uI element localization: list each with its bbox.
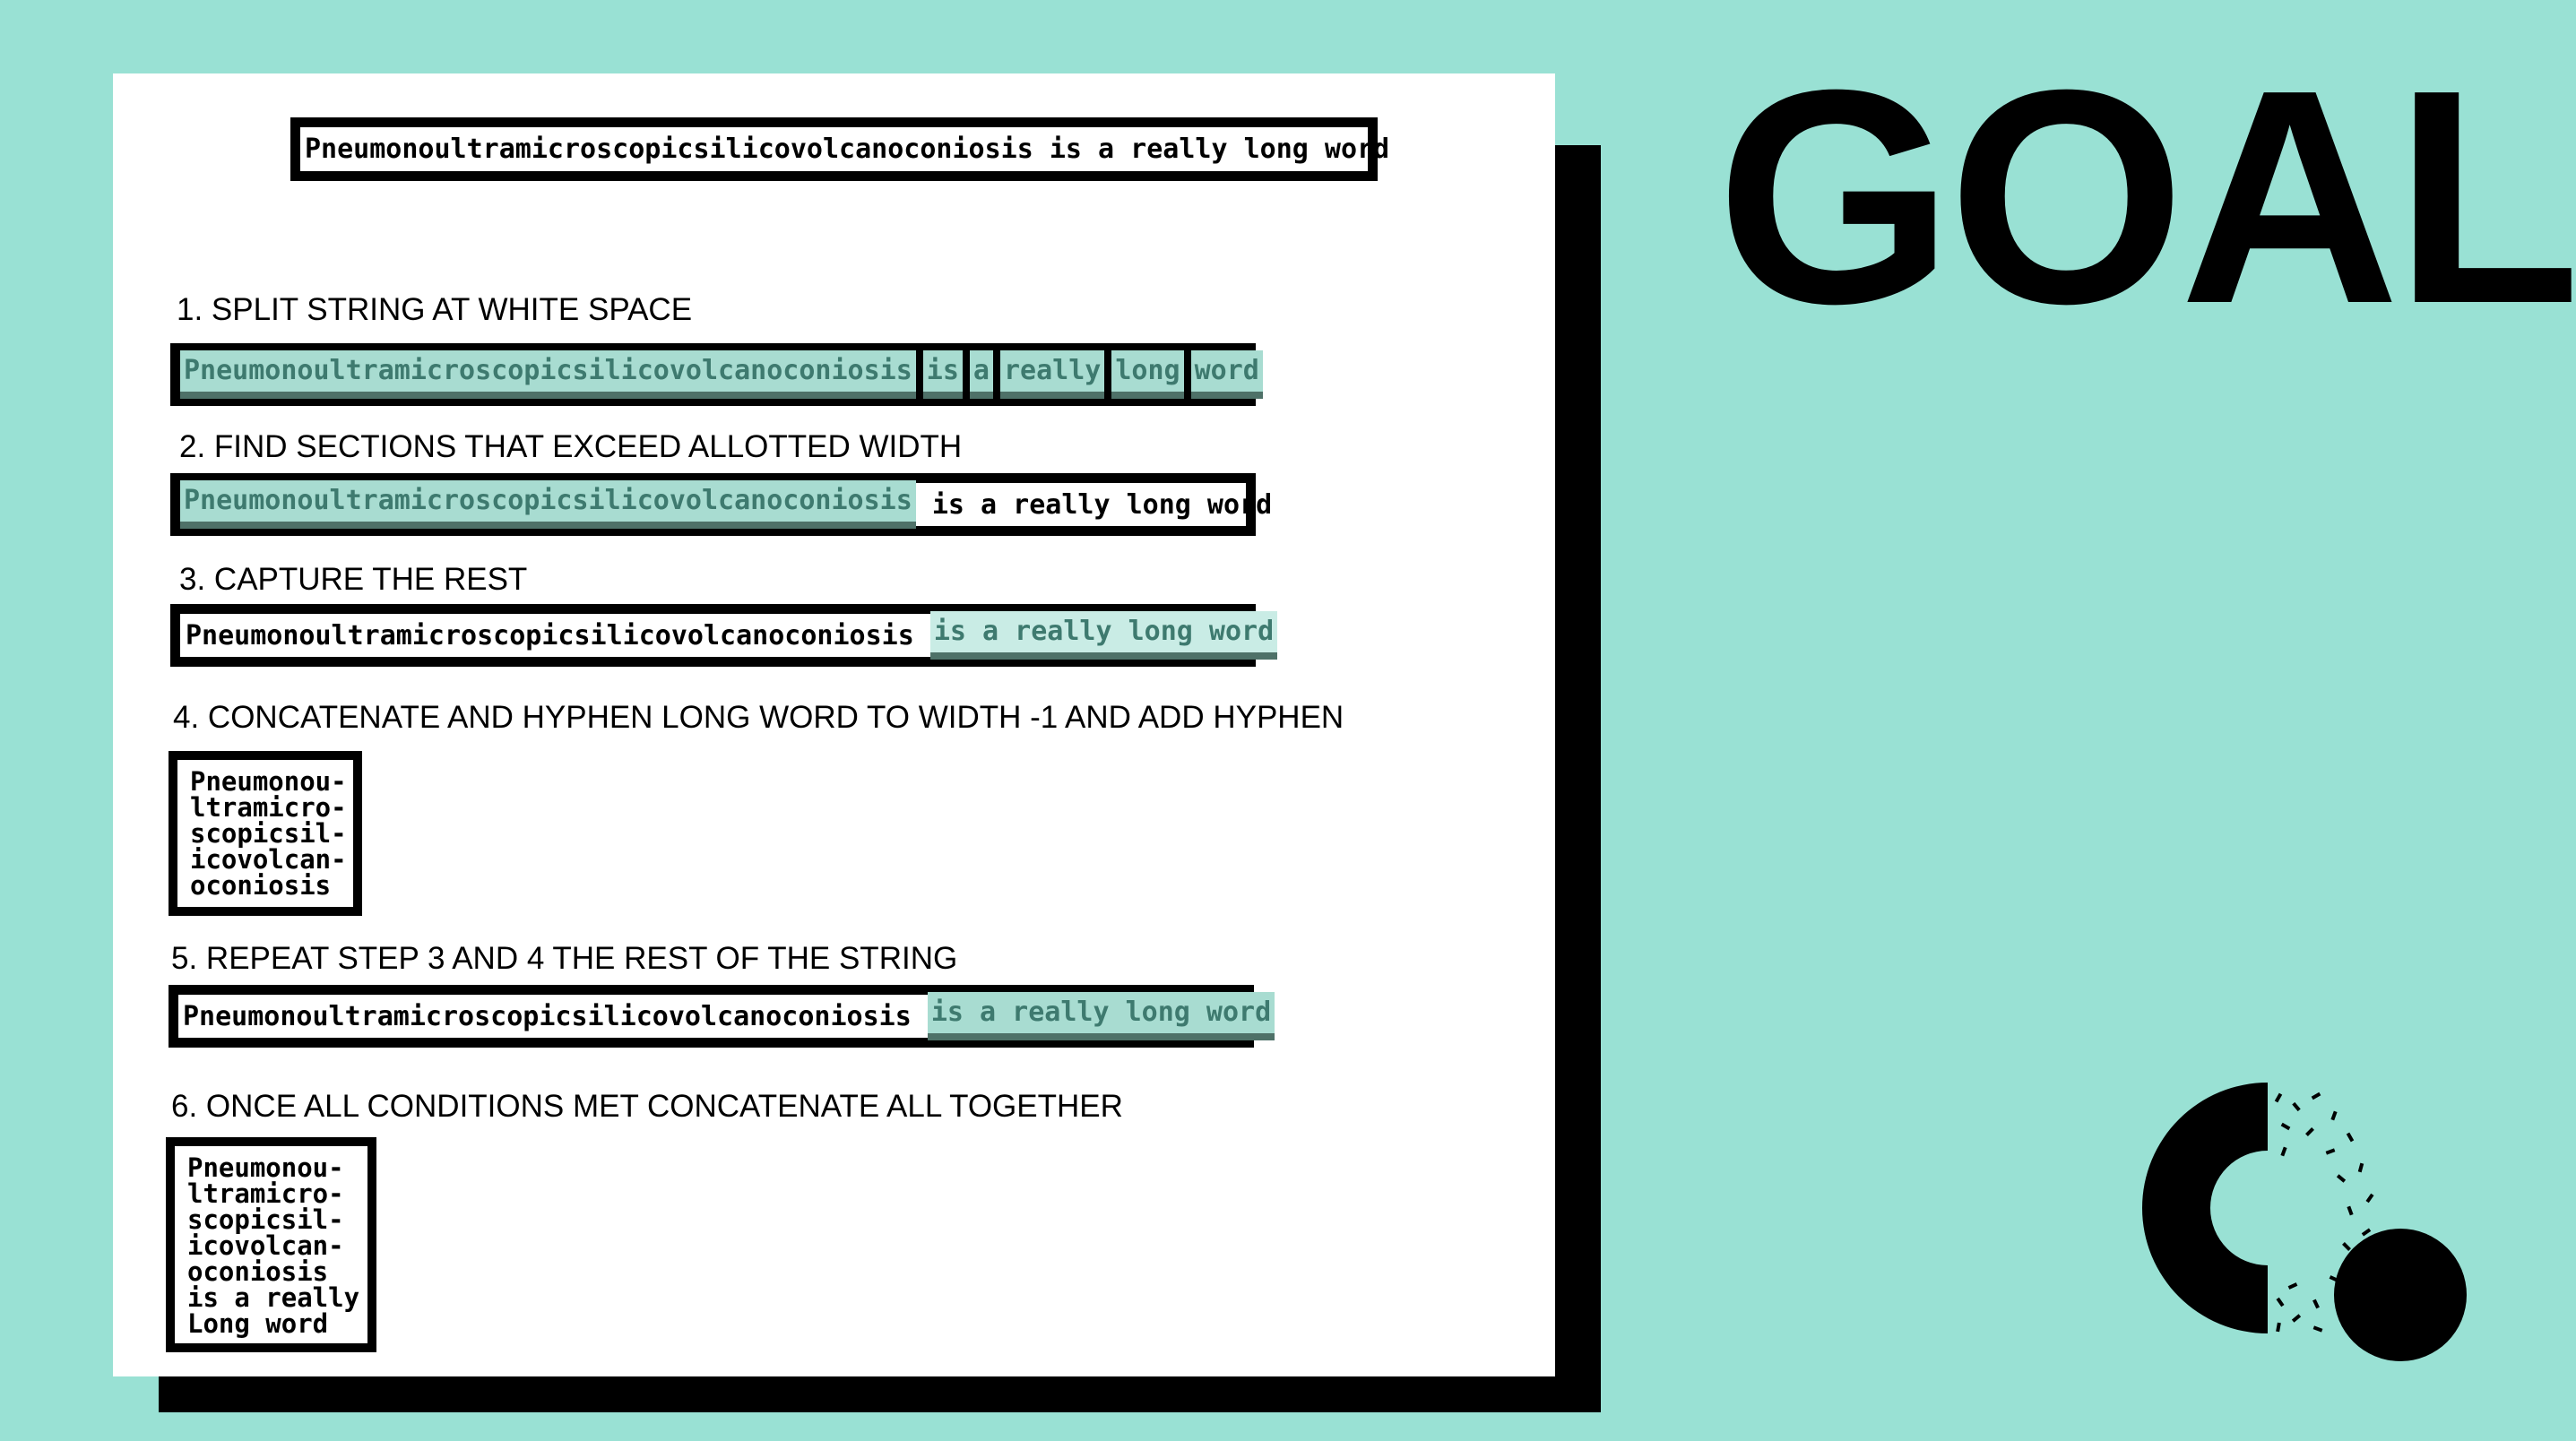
- output-line: Pneumonou-: [187, 1152, 344, 1183]
- step-2-label: 2. FIND SECTIONS THAT EXCEED ALLOTTED WI…: [179, 429, 963, 464]
- remaining-rest: is a really long word: [927, 992, 1275, 1040]
- split-segment: a: [969, 350, 993, 399]
- hyphen-line: scopicsil-: [190, 818, 347, 849]
- exceeding-section: Pneumonoultramicroscopicsilicovolcanocon…: [180, 480, 916, 529]
- split-segment: really: [999, 350, 1105, 399]
- output-line: ltramicro-: [187, 1178, 344, 1209]
- split-segment: Pneumonoultramicroscopicsilicovolcanocon…: [180, 350, 916, 399]
- remaining-text: is a really long word: [915, 488, 1273, 521]
- step-3-box: Pneumonoultramicroscopicsilicovolcanocon…: [170, 604, 1278, 667]
- hyphen-line: oconiosis: [190, 870, 332, 901]
- hyphen-line: Pneumonou-: [190, 766, 347, 797]
- step-1-label: 1. SPLIT STRING AT WHITE SPACE: [177, 292, 693, 327]
- final-output-box: Pneumonou- ltramicro- scopicsil- icovolc…: [166, 1137, 376, 1352]
- input-string-box: Pneumonoultramicroscopicsilicovolcanocon…: [290, 117, 1389, 181]
- broken-ring-with-dot-logo-icon: [2142, 1083, 2467, 1361]
- split-segment: long: [1111, 350, 1184, 399]
- hyphenated-word-box: Pneumonou- ltramicro- scopicsil- icovolc…: [169, 751, 362, 916]
- goal-title: GOAL: [1716, 27, 2576, 367]
- long-word-text: Pneumonoultramicroscopicsilicovolcanocon…: [186, 619, 930, 651]
- split-segment: word: [1190, 350, 1263, 399]
- step-5-label: 5. REPEAT STEP 3 AND 4 THE REST OF THE S…: [171, 941, 958, 976]
- step-3-label: 3. CAPTURE THE REST: [179, 562, 528, 597]
- step-5-box: Pneumonoultramicroscopicsilicovolcanocon…: [169, 985, 1275, 1048]
- step-2-box: Pneumonoultramicroscopicsilicovolcanocon…: [170, 473, 1272, 536]
- hyphen-line: icovolcan-: [190, 844, 347, 875]
- solid-dot: [2334, 1229, 2467, 1361]
- output-line: is a really: [187, 1282, 360, 1313]
- split-segment: is: [922, 350, 963, 399]
- half-ring-shape: [2142, 1083, 2268, 1333]
- captured-rest: is a really long word: [929, 611, 1278, 660]
- output-line: Long word: [187, 1308, 329, 1339]
- step-4-label: 4. CONCATENATE AND HYPHEN LONG WORD TO W…: [173, 700, 1344, 735]
- input-string-text: Pneumonoultramicroscopicsilicovolcanocon…: [305, 134, 1390, 165]
- step-1-box: Pneumonoultramicroscopicsilicovolcanocon…: [170, 343, 1263, 406]
- output-line: oconiosis: [187, 1256, 329, 1287]
- output-line: icovolcan-: [187, 1230, 344, 1261]
- hyphen-line: ltramicro-: [190, 792, 347, 823]
- output-line: scopicsil-: [187, 1204, 344, 1235]
- diagram-card: Pneumonoultramicroscopicsilicovolcanocon…: [113, 73, 1555, 1376]
- step-6-label: 6. ONCE ALL CONDITIONS MET CONCATENATE A…: [171, 1089, 1123, 1124]
- long-word-text: Pneumonoultramicroscopicsilicovolcanocon…: [183, 1000, 928, 1032]
